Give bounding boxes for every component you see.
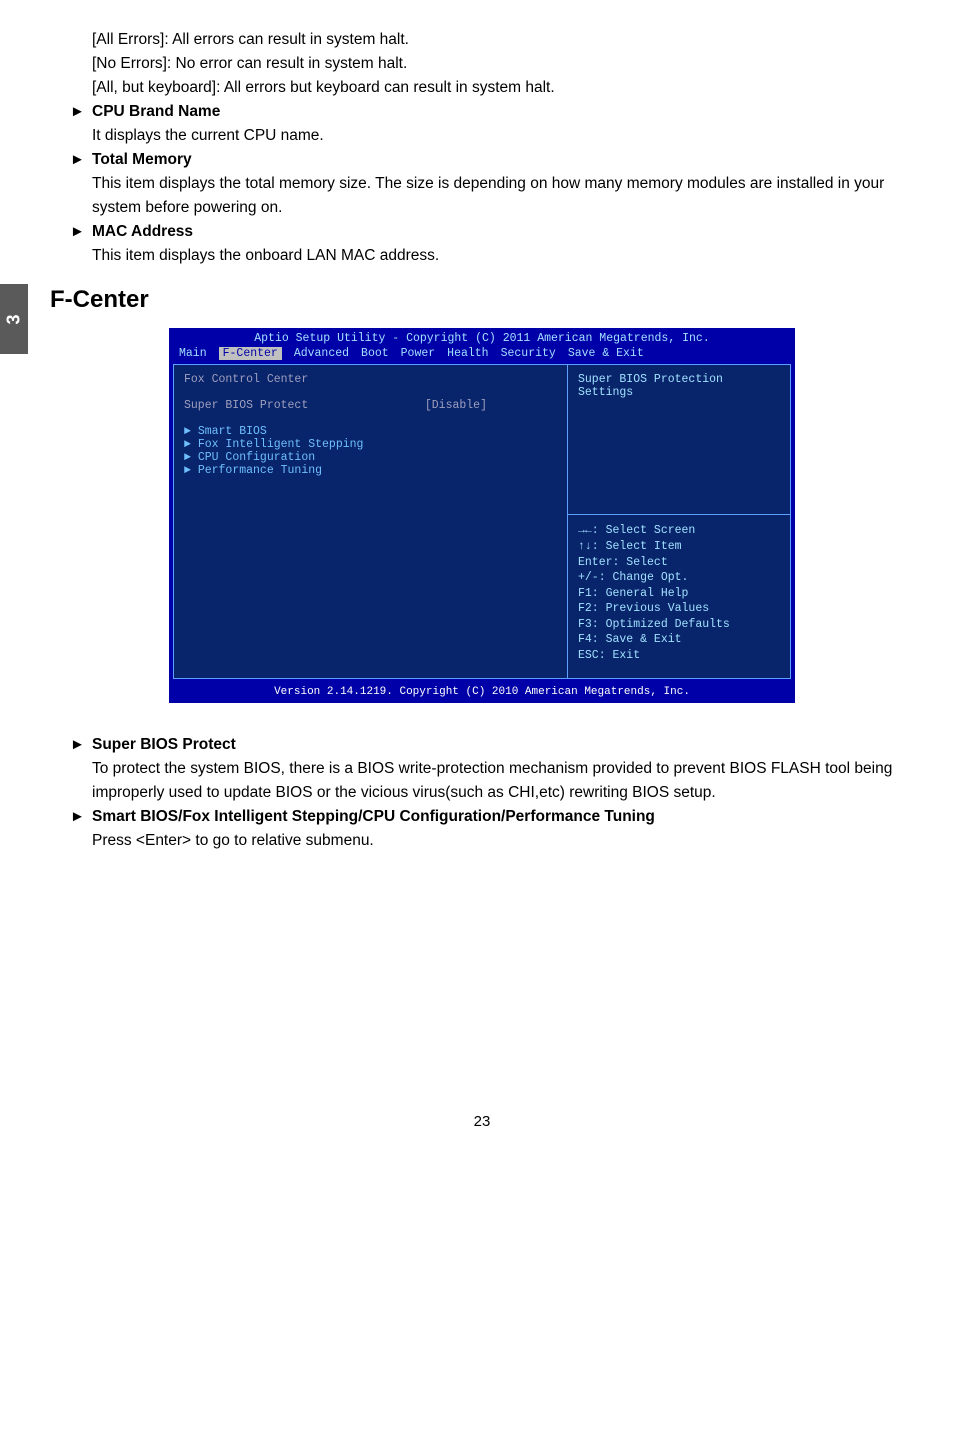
help-line: F3: Optimized Defaults — [578, 617, 780, 633]
bios-left-pane: Fox Control Center Super BIOS Protect [D… — [174, 365, 568, 678]
item-desc: To protect the system BIOS, there is a B… — [70, 757, 894, 805]
bios-submenu-performance[interactable]: ► Performance Tuning — [184, 464, 557, 477]
help-line: F2: Previous Values — [578, 601, 780, 617]
bios-menu-power[interactable]: Power — [401, 347, 436, 360]
bios-submenu-fox-intelligent[interactable]: ► Fox Intelligent Stepping — [184, 438, 557, 451]
bios-option-value: [Disable] — [425, 399, 487, 412]
intro-line-3: [All, but keyboard]: All errors but keyb… — [70, 76, 894, 100]
triangle-icon: ► — [70, 805, 92, 828]
intro-line-2: [No Errors]: No error can result in syst… — [70, 52, 894, 76]
page-number: 23 — [70, 1113, 894, 1130]
bios-option-row[interactable]: Super BIOS Protect [Disable] — [184, 399, 557, 412]
bios-footer: Version 2.14.1219. Copyright (C) 2010 Am… — [169, 683, 795, 703]
bios-submenu-smart-bios[interactable]: ► Smart BIOS — [184, 425, 557, 438]
item-super-bios-protect: ► Super BIOS Protect — [70, 733, 894, 757]
side-tab: 3 — [0, 284, 28, 354]
bios-menu-saveexit[interactable]: Save & Exit — [568, 347, 644, 360]
item-title: CPU Brand Name — [92, 100, 220, 124]
bios-body: Fox Control Center Super BIOS Protect [D… — [173, 364, 791, 679]
triangle-icon: ► — [70, 220, 92, 243]
bios-section-title: Fox Control Center — [184, 373, 557, 386]
item-desc: It displays the current CPU name. — [70, 124, 894, 148]
help-line: →←: Select Screen — [578, 523, 780, 539]
bios-help-keys: →←: Select Screen ↑↓: Select Item Enter:… — [568, 515, 790, 678]
bios-help-title: Super BIOS Protection Settings — [568, 365, 790, 515]
bios-option-name: Super BIOS Protect — [184, 399, 308, 412]
bios-menu-health[interactable]: Health — [447, 347, 488, 360]
bios-screenshot: Aptio Setup Utility - Copyright (C) 2011… — [169, 328, 795, 703]
item-desc: This item displays the total memory size… — [70, 172, 894, 220]
item-title: Total Memory — [92, 148, 192, 172]
triangle-icon: ► — [70, 733, 92, 756]
side-tab-number: 3 — [3, 314, 24, 324]
help-line: Enter: Select — [578, 555, 780, 571]
bios-menu-main[interactable]: Main — [179, 347, 207, 360]
bios-menu-security[interactable]: Security — [501, 347, 556, 360]
help-line: +/-: Change Opt. — [578, 570, 780, 586]
item-desc: This item displays the onboard LAN MAC a… — [70, 244, 894, 268]
item-desc: Press <Enter> to go to relative submenu. — [70, 829, 894, 853]
item-smart-bios-group: ► Smart BIOS/Fox Intelligent Stepping/CP… — [70, 805, 894, 829]
help-line: F1: General Help — [578, 586, 780, 602]
item-title: Smart BIOS/Fox Intelligent Stepping/CPU … — [92, 805, 655, 829]
help-line: ESC: Exit — [578, 648, 780, 664]
section-heading: F-Center — [50, 286, 894, 314]
intro-line-1: [All Errors]: All errors can result in s… — [70, 28, 894, 52]
item-cpu-brand: ► CPU Brand Name — [70, 100, 894, 124]
triangle-icon: ► — [70, 100, 92, 123]
item-mac-address: ► MAC Address — [70, 220, 894, 244]
item-title: Super BIOS Protect — [92, 733, 236, 757]
bios-right-pane: Super BIOS Protection Settings →←: Selec… — [568, 365, 790, 678]
bios-title: Aptio Setup Utility - Copyright (C) 2011… — [179, 332, 785, 345]
triangle-icon: ► — [70, 148, 92, 171]
bios-submenu-cpu-config[interactable]: ► CPU Configuration — [184, 451, 557, 464]
bios-menu-boot[interactable]: Boot — [361, 347, 389, 360]
item-title: MAC Address — [92, 220, 193, 244]
bios-menu-fcenter[interactable]: F-Center — [219, 347, 282, 360]
bios-menu-advanced[interactable]: Advanced — [294, 347, 349, 360]
bios-header: Aptio Setup Utility - Copyright (C) 2011… — [169, 328, 795, 345]
item-total-memory: ► Total Memory — [70, 148, 894, 172]
bios-menu-bar: Main F-Center Advanced Boot Power Health… — [169, 345, 795, 364]
help-line: ↑↓: Select Item — [578, 539, 780, 555]
help-line: F4: Save & Exit — [578, 632, 780, 648]
